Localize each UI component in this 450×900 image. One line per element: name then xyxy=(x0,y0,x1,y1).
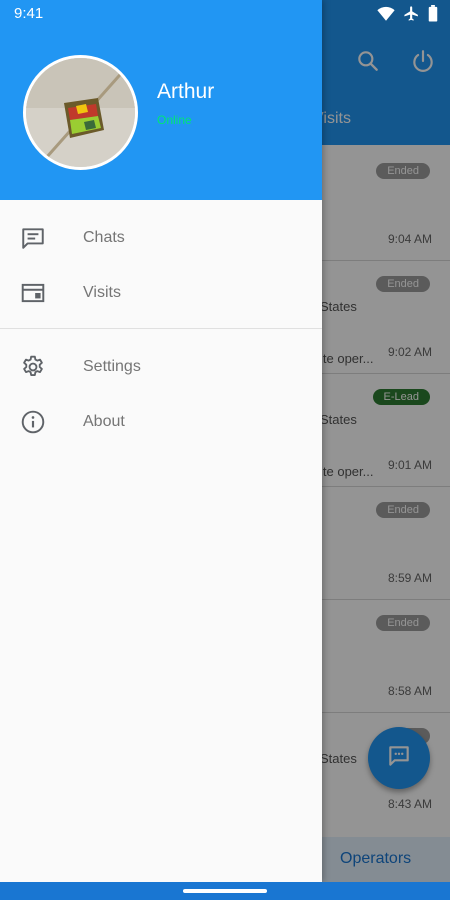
user-status: Online xyxy=(157,113,192,127)
home-gesture-handle[interactable] xyxy=(183,889,267,893)
user-name: Arthur xyxy=(157,80,215,103)
navigation-drawer: Arthur Online Chats Visits Settings Abou… xyxy=(0,0,322,882)
menu-item-label: Settings xyxy=(83,357,141,375)
drawer-menu: Chats Visits Settings About xyxy=(0,210,322,449)
info-icon xyxy=(20,409,46,435)
menu-item-settings[interactable]: Settings xyxy=(0,339,322,394)
drawer-header: Arthur Online xyxy=(0,0,322,200)
menu-divider xyxy=(0,328,322,329)
system-nav-bar xyxy=(0,882,450,900)
status-bar: 9:41 xyxy=(0,0,450,28)
airplane-icon xyxy=(403,5,420,27)
chat-icon xyxy=(20,225,46,251)
gear-icon xyxy=(20,354,46,380)
menu-item-visits[interactable]: Visits xyxy=(0,265,322,320)
menu-item-label: Chats xyxy=(83,228,125,246)
visits-icon xyxy=(20,280,46,306)
menu-item-about[interactable]: About xyxy=(0,394,322,449)
wifi-icon xyxy=(377,6,395,27)
menu-item-label: Visits xyxy=(83,283,121,301)
battery-icon xyxy=(428,5,438,27)
menu-item-chats[interactable]: Chats xyxy=(0,210,322,265)
status-time: 9:41 xyxy=(14,5,44,22)
avatar[interactable] xyxy=(23,55,138,170)
menu-item-label: About xyxy=(83,412,125,430)
